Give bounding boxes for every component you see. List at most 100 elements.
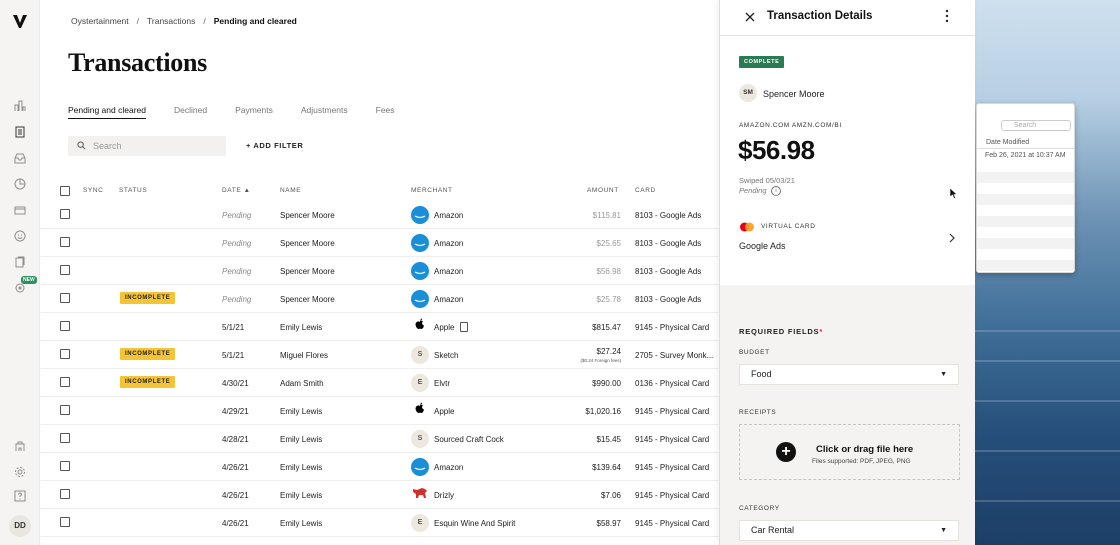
row-amount: $815.47 [592,323,621,332]
row-name: Emily Lewis [280,519,323,528]
table-row[interactable]: 4/28/21 Emily Lewis S Sourced Craft Cock $15… [41,425,719,453]
row-checkbox[interactable] [60,321,70,331]
row-name: Spencer Moore [280,267,335,276]
row-amount: $139.64 [592,463,621,472]
finder-window[interactable]: Search Date Modified Feb 26, 2021 at 10:… [976,103,1075,273]
row-amount: $27.24 [596,347,621,356]
row-checkbox[interactable] [60,405,70,415]
row-checkbox[interactable] [60,293,70,303]
tab-fees[interactable]: Fees [376,105,395,119]
transactions-icon[interactable] [14,126,26,138]
col-date[interactable]: DATE ▲ [222,187,251,194]
row-name: Spencer Moore [280,211,335,220]
row-checkbox[interactable] [60,517,70,527]
dropzone-subtitle: Files supported: PDF, JPEG, PNG [812,458,911,465]
category-select[interactable]: Car Rental ▼ [739,520,959,541]
tab-declined[interactable]: Declined [174,105,207,119]
row-name: Adam Smith [280,379,324,388]
table-row[interactable]: Pending Spencer Moore Amazon $56.98 8103 - G… [41,257,719,285]
row-amount: $58.97 [596,519,621,528]
table-row[interactable]: 4/29/21 Emily Lewis Apple $1,020.16 9145 - P… [41,397,719,425]
transaction-tabs: Pending and cleared Declined Payments Ad… [68,105,423,119]
row-checkbox[interactable] [60,349,70,359]
row-card: 9145 - Physical Card [635,323,710,332]
info-icon[interactable]: i [771,186,781,196]
row-checkbox[interactable] [60,237,70,247]
search-input[interactable]: Search [68,136,226,156]
budget-label: BUDGET [739,349,770,356]
select-all-checkbox[interactable] [60,186,70,196]
row-date: 5/1/21 [222,351,245,360]
row-card: 9145 - Physical Card [635,435,710,444]
chevron-right-icon[interactable] [948,233,956,243]
company-icon[interactable] [14,440,26,452]
row-checkbox[interactable] [60,209,70,219]
tab-pending-and-cleared[interactable]: Pending and cleared [68,105,146,119]
inbox-icon[interactable] [14,152,26,164]
col-sync: SYNC [83,187,104,194]
reports-icon[interactable] [14,256,26,268]
row-card: 0136 - Physical Card [635,379,710,388]
app-logo-icon[interactable] [12,13,28,29]
transaction-amount: $56.98 [738,135,815,165]
row-checkbox[interactable] [60,377,70,387]
plus-icon[interactable]: + [776,442,796,462]
table-row[interactable]: 5/1/21 Emily Lewis Apple $815.47 9145 - Phys… [41,313,719,341]
row-amount: $25.78 [596,295,621,304]
settings-gear-icon[interactable] [14,466,26,478]
user-avatar[interactable]: DD [9,515,31,537]
merchant-logo-icon: S [411,430,429,448]
table-row[interactable]: 4/26/21 Emily Lewis Drizly $7.06 9145 - Phys… [41,481,719,509]
row-checkbox[interactable] [60,489,70,499]
budget-value: Food [751,369,772,379]
budget-select[interactable]: Food ▼ [739,364,959,385]
budgets-icon[interactable] [14,178,26,190]
add-filter-button[interactable]: + ADD FILTER [246,141,303,150]
breadcrumb-section[interactable]: Transactions [147,16,195,26]
card-name[interactable]: Google Ads [739,241,786,251]
row-amount: $56.98 [596,267,621,276]
row-name: Spencer Moore [280,295,335,304]
row-card: 8103 - Google Ads [635,267,702,276]
table-row[interactable]: INCOMPLETE 4/30/21 Adam Smith E Elvtr $990.00… [41,369,719,397]
table-row[interactable]: Pending Spencer Moore Amazon $115.81 8103 - … [41,201,719,229]
status-badge: COMPLETE [739,56,785,68]
merchant-logo-icon: S [411,346,429,364]
help-icon[interactable] [14,490,26,502]
row-date: Pending [222,239,252,248]
tab-adjustments[interactable]: Adjustments [301,105,348,119]
row-name: Emily Lewis [280,323,323,332]
table-row[interactable]: Pending Spencer Moore Amazon $25.65 8103 - G… [41,229,719,257]
merchant-logo-icon: E [411,374,429,392]
row-merchant: Amazon [434,463,464,472]
col-name: NAME [280,187,302,194]
finder-column-header[interactable]: Date Modified [977,137,1074,149]
card-type-label: VIRTUAL CARD [761,223,816,230]
table-row[interactable]: INCOMPLETE 5/1/21 Miguel Flores S Sketch $27.… [41,341,719,369]
finder-search-input[interactable]: Search [1001,120,1071,131]
row-card: 9145 - Physical Card [635,519,710,528]
breadcrumb-org[interactable]: Oystertainment [71,16,129,26]
table-row[interactable]: 4/26/21 Emily Lewis Amazon $139.64 9145 - Ph… [41,453,719,481]
cardholder-name: Spencer Moore [763,89,825,99]
cards-icon[interactable] [14,204,26,216]
status-badge: INCOMPLETE [120,348,176,360]
table-row[interactable]: INCOMPLETE Pending Spencer Moore Amazon $25.… [41,285,719,313]
row-amount: $1,020.16 [585,407,621,416]
amazon-logo-icon [411,262,429,280]
row-date: Pending [222,267,252,276]
row-checkbox[interactable] [60,265,70,275]
table-header: SYNC STATUS DATE ▲ NAME MERCHANT AMOUNT … [41,186,719,198]
more-options-icon[interactable] [945,9,949,23]
receipt-dropzone[interactable]: + Click or drag file here Files supporte… [739,424,960,480]
tab-payments[interactable]: Payments [235,105,273,119]
row-checkbox[interactable] [60,433,70,443]
app-sidebar: NEW DD [0,0,40,545]
dashboard-icon[interactable] [14,100,26,112]
receipt-icon[interactable] [460,322,468,332]
close-icon[interactable] [744,11,756,23]
people-icon[interactable] [14,230,26,242]
row-checkbox[interactable] [60,461,70,471]
category-value: Car Rental [751,525,795,535]
table-row[interactable]: 4/26/21 Emily Lewis E Esquin Wine And Spiri… [41,509,719,537]
